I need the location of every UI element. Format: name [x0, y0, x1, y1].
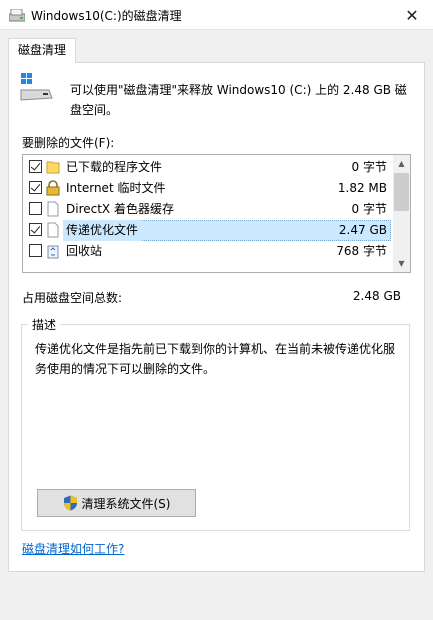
file-name: 已下载的程序文件	[66, 160, 163, 174]
checkbox[interactable]	[29, 181, 42, 194]
file-name: 传递优化文件	[63, 220, 142, 241]
tab-disk-cleanup[interactable]: 磁盘清理	[8, 38, 76, 63]
file-item-internet-temp[interactable]: Internet 临时文件 1.82 MB	[23, 178, 391, 199]
file-item-downloaded-programs[interactable]: 已下载的程序文件 0 字节	[23, 157, 391, 178]
file-icon	[47, 222, 59, 238]
file-list[interactable]: 已下载的程序文件 0 字节 Internet 临时文件 1.82 MB Dire…	[22, 154, 411, 273]
scroll-thumb[interactable]	[394, 173, 409, 211]
window-title: Windows10(C:)的磁盘清理	[31, 9, 182, 23]
disk-cleanup-icon	[9, 9, 25, 22]
file-name: 回收站	[66, 244, 103, 258]
checkbox[interactable]	[29, 244, 42, 257]
file-name: DirectX 着色器缓存	[66, 202, 174, 216]
title-bar: Windows10(C:)的磁盘清理 ✕	[0, 0, 433, 30]
recycle-bin-icon	[47, 245, 59, 259]
file-size: 1.82 MB	[337, 181, 387, 195]
tab-label: 磁盘清理	[17, 43, 66, 57]
checkbox[interactable]	[29, 223, 42, 236]
file-item-directx-cache[interactable]: DirectX 着色器缓存 0 字节	[23, 199, 391, 220]
checkbox[interactable]	[29, 202, 42, 215]
files-to-delete-label: 要删除的文件(F):	[22, 136, 115, 150]
close-icon: ✕	[405, 5, 419, 25]
scroll-down-button[interactable]: ▼	[393, 255, 410, 272]
close-button[interactable]: ✕	[391, 0, 433, 30]
file-item-delivery-optimization[interactable]: 传递优化文件 2.47 GB	[23, 220, 391, 241]
uac-shield-icon	[63, 495, 77, 511]
file-name: Internet 临时文件	[66, 181, 166, 195]
file-size: 0 字节	[351, 160, 387, 174]
dialog-bottom-area	[0, 572, 433, 620]
total-space-label: 占用磁盘空间总数:	[22, 291, 123, 305]
intro-text: 可以使用"磁盘清理"来释放 Windows10 (C:) 上的 2.48 GB …	[70, 83, 407, 117]
file-size: 0 字节	[351, 202, 387, 216]
help-link[interactable]: 磁盘清理如何工作?	[22, 540, 124, 557]
scrollbar[interactable]: ▲ ▼	[393, 155, 410, 272]
scroll-up-button[interactable]: ▲	[393, 155, 410, 172]
chevron-up-icon: ▲	[398, 159, 405, 168]
cleanup-system-files-label: 清理系统文件(S)	[81, 496, 171, 511]
cleanup-system-files-button[interactable]: 清理系统文件(S)	[37, 489, 196, 517]
file-icon	[47, 201, 59, 217]
chevron-down-icon: ▼	[398, 259, 405, 268]
total-space-value: 2.48 GB	[352, 289, 401, 303]
file-size: 768 字节	[336, 244, 387, 258]
description-title: 描述	[28, 316, 61, 333]
lock-icon	[46, 180, 60, 196]
drive-icon	[20, 72, 53, 101]
description-text: 传递优化文件是指先前已下载到你的计算机、在当前未被传递优化服务使用的情况下可以删…	[35, 342, 396, 376]
file-item-recycle-bin[interactable]: 回收站 768 字节	[23, 241, 391, 262]
checkbox[interactable]	[29, 160, 42, 173]
file-size: 2.47 GB	[338, 223, 387, 237]
folder-icon	[46, 161, 60, 174]
